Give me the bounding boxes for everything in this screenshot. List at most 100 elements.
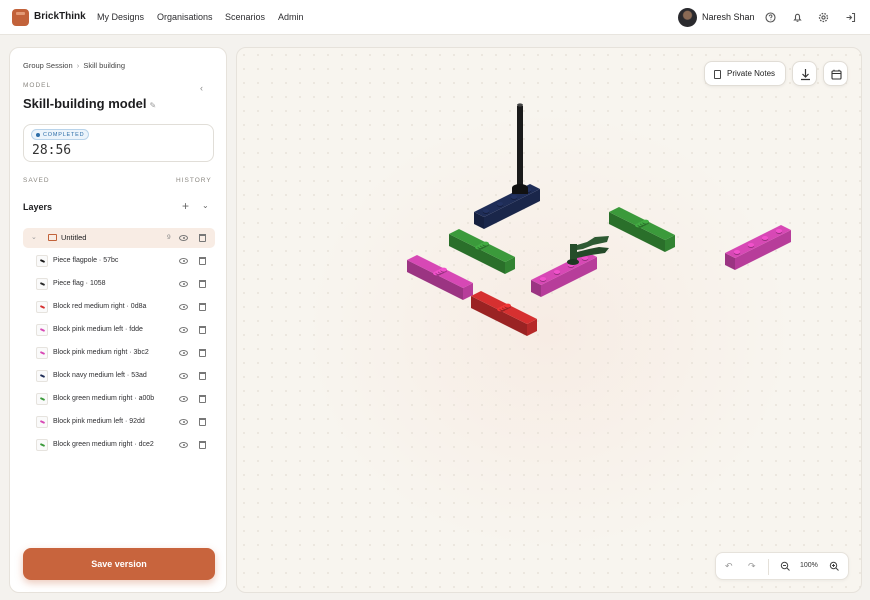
- nav-organisations[interactable]: Organisations: [157, 12, 213, 22]
- layer-visibility-eye-icon[interactable]: [179, 419, 188, 425]
- logout-icon[interactable]: [843, 10, 858, 25]
- model-canvas[interactable]: Private Notes ↶ ↷ 100%: [236, 47, 862, 593]
- user-avatar[interactable]: [678, 8, 697, 27]
- breadcrumb-current: Skill building: [83, 61, 126, 70]
- layer-delete-trash-icon[interactable]: [199, 418, 206, 426]
- group-expand-chevron-icon[interactable]: ⌄: [31, 233, 37, 241]
- toolbar-divider: [768, 559, 769, 575]
- nav-scenarios[interactable]: Scenarios: [225, 12, 265, 22]
- edit-pencil-icon[interactable]: ✎: [150, 101, 157, 110]
- layer-visibility-eye-icon[interactable]: [179, 258, 188, 264]
- undo-icon[interactable]: ↶: [725, 561, 733, 572]
- layer-thumbnail: [36, 393, 48, 405]
- layer-thumbnail: [36, 347, 48, 359]
- layer-name: Block green medium right · dce2: [53, 441, 154, 448]
- brick-pink-right-stud: [775, 229, 783, 233]
- add-layer-plus-icon[interactable]: +: [182, 199, 189, 213]
- model-title[interactable]: Skill-building model ✎: [23, 96, 156, 111]
- brick-scene[interactable]: [237, 48, 862, 593]
- layer-delete-trash-icon[interactable]: [199, 349, 206, 357]
- private-notes-label: Private Notes: [727, 69, 776, 78]
- flagpole-base-side: [512, 188, 528, 194]
- brick-red-stud: [504, 303, 511, 308]
- help-circle-icon[interactable]: [763, 10, 778, 25]
- top-navigation-bar: BrickThink My Designs Organisations Scen…: [0, 0, 870, 35]
- status-badge: COMPLETED: [31, 129, 90, 140]
- layer-delete-trash-icon[interactable]: [199, 326, 206, 334]
- layer-row[interactable]: Block pink medium left · 92dd: [36, 413, 216, 431]
- nav-admin[interactable]: Admin: [278, 12, 304, 22]
- flagpole-tip: [517, 103, 523, 107]
- collapse-panel-chevron-icon[interactable]: ‹: [200, 83, 203, 93]
- layer-delete-trash-icon[interactable]: [199, 441, 206, 449]
- breadcrumb-group-session[interactable]: Group Session: [23, 61, 73, 70]
- bell-icon[interactable]: [790, 10, 805, 25]
- zoom-level: 100%: [800, 562, 818, 569]
- zoom-out-icon[interactable]: [780, 561, 791, 572]
- layer-visibility-eye-icon[interactable]: [179, 442, 188, 448]
- brick-green-left-stud: [482, 241, 489, 246]
- brick-pink-right-stud: [761, 236, 769, 240]
- nav-my-designs[interactable]: My Designs: [97, 12, 144, 22]
- layer-row[interactable]: Block red medium right · 0d8a: [36, 298, 216, 316]
- app-brand[interactable]: BrickThink: [34, 11, 86, 22]
- layer-visibility-eye-icon[interactable]: [179, 373, 188, 379]
- layer-delete-trash-icon[interactable]: [199, 257, 206, 265]
- section-label-model: MODEL: [23, 82, 52, 89]
- document-icon: [714, 70, 721, 79]
- folder-icon: [48, 234, 57, 241]
- layer-visibility-eye-icon[interactable]: [179, 281, 188, 287]
- layer-delete-trash-icon[interactable]: [199, 395, 206, 403]
- brick-pink-right-stud: [733, 250, 741, 254]
- layers-heading: Layers: [23, 202, 53, 212]
- save-version-button[interactable]: Save version: [23, 548, 215, 580]
- layer-name: Block navy medium left · 53ad: [53, 372, 147, 379]
- flagpole-shaft: [517, 106, 523, 186]
- breadcrumb-separator: ›: [76, 61, 80, 70]
- history-link[interactable]: HISTORY: [176, 177, 212, 184]
- gear-icon[interactable]: [816, 10, 831, 25]
- layer-row[interactable]: Block pink medium left · fdde: [36, 321, 216, 339]
- breadcrumb: Group Session › Skill building: [23, 61, 125, 70]
- layer-delete-trash-icon[interactable]: [199, 372, 206, 380]
- layer-delete-trash-icon[interactable]: [199, 303, 206, 311]
- layer-visibility-eye-icon[interactable]: [179, 327, 188, 333]
- layer-row[interactable]: Block pink medium right · 3bc2: [36, 344, 216, 362]
- session-timer: 28:56: [32, 143, 72, 158]
- layer-row[interactable]: Block green medium right · dce2: [36, 436, 216, 454]
- layer-name: Block green medium right · a00b: [53, 395, 155, 402]
- brick-navy-stud: [482, 209, 490, 213]
- redo-icon[interactable]: ↷: [748, 561, 756, 572]
- layer-delete-trash-icon[interactable]: [199, 280, 206, 288]
- zoom-in-icon[interactable]: [829, 561, 840, 572]
- layer-visibility-eye-icon[interactable]: [179, 396, 188, 402]
- brickthink-logo-icon[interactable]: [12, 9, 29, 26]
- brick-navy-stud: [496, 202, 504, 206]
- layer-row[interactable]: Block green medium right · a00b: [36, 390, 216, 408]
- layer-row[interactable]: Piece flagpole · 57bc: [36, 252, 216, 270]
- model-side-panel: Group Session › Skill building MODEL ‹ S…: [9, 47, 227, 593]
- layer-name: Block pink medium left · fdde: [53, 326, 143, 333]
- group-visibility-eye-icon[interactable]: [179, 235, 188, 241]
- download-button[interactable]: [792, 61, 817, 86]
- zoom-toolbar: ↶ ↷ 100%: [715, 552, 849, 580]
- layer-visibility-eye-icon[interactable]: [179, 304, 188, 310]
- layer-group-untitled[interactable]: ⌄ Untitled 9: [23, 228, 215, 248]
- download-icon: [801, 69, 810, 81]
- group-delete-trash-icon[interactable]: [199, 234, 206, 242]
- layer-thumbnail: [36, 255, 48, 267]
- layer-name: Block pink medium left · 92dd: [53, 418, 145, 425]
- layer-thumbnail: [36, 324, 48, 336]
- layer-row[interactable]: Piece flag · 1058: [36, 275, 216, 293]
- layer-visibility-eye-icon[interactable]: [179, 350, 188, 356]
- user-name[interactable]: Naresh Shan: [702, 12, 755, 22]
- screenshot-button[interactable]: [823, 61, 848, 86]
- brick-pink-center-stud: [539, 277, 547, 281]
- session-timer-card: COMPLETED 28:56: [23, 124, 214, 162]
- layer-row[interactable]: Block navy medium left · 53ad: [36, 367, 216, 385]
- brick-pink-center-stud: [553, 270, 561, 274]
- private-notes-button[interactable]: Private Notes: [704, 61, 786, 86]
- saved-label: SAVED: [23, 177, 50, 184]
- layer-thumbnail: [36, 278, 48, 290]
- layers-collapse-chevron-icon[interactable]: ⌄: [202, 201, 209, 210]
